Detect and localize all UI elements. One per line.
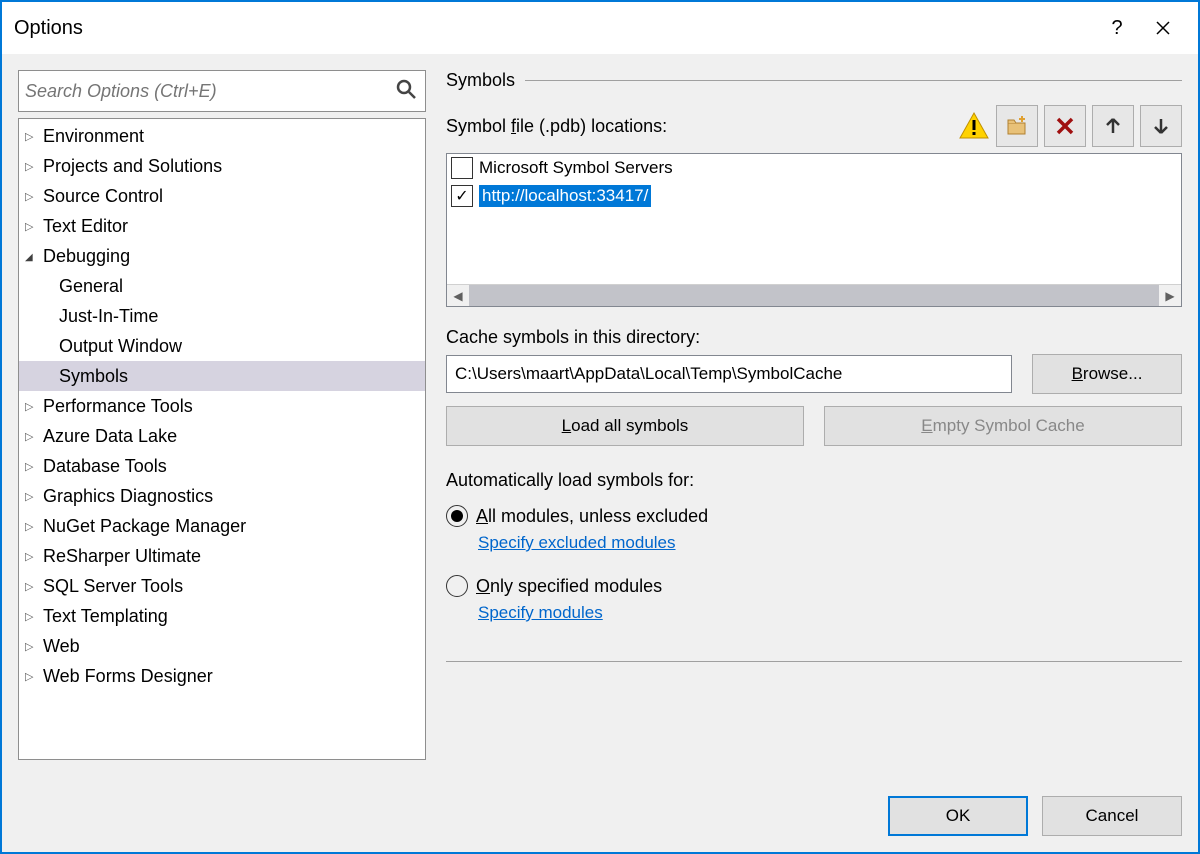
tree-item-text-templating[interactable]: Text Templating	[19, 601, 425, 631]
tree-item-graphics-diagnostics[interactable]: Graphics Diagnostics	[19, 481, 425, 511]
section-header: Symbols	[446, 70, 1182, 91]
section-title: Symbols	[446, 70, 515, 91]
tree-item-web-forms-designer[interactable]: Web Forms Designer	[19, 661, 425, 691]
tree-item-nuget-package-manager[interactable]: NuGet Package Manager	[19, 511, 425, 541]
tree-item-azure-data-lake[interactable]: Azure Data Lake	[19, 421, 425, 451]
scroll-left-icon[interactable]: ◀	[447, 285, 469, 307]
radio-only-specified[interactable]: Only specified modules	[446, 575, 1182, 597]
locations-label: Symbol file (.pdb) locations:	[446, 116, 952, 137]
location-item[interactable]: http://localhost:33417/	[447, 182, 1181, 210]
dialog-title: Options	[14, 17, 1094, 40]
location-item[interactable]: Microsoft Symbol Servers	[447, 154, 1181, 182]
tree-item-general[interactable]: General	[19, 271, 425, 301]
cancel-button[interactable]: Cancel	[1042, 796, 1182, 836]
tree-item-sql-server-tools[interactable]: SQL Server Tools	[19, 571, 425, 601]
help-button[interactable]: ?	[1094, 10, 1140, 46]
symbol-action-row: Load all symbols Empty Symbol Cache	[446, 406, 1182, 446]
tree-item-just-in-time[interactable]: Just-In-Time	[19, 301, 425, 331]
browse-button[interactable]: Browse...	[1032, 354, 1182, 394]
search-wrap	[18, 70, 426, 112]
delete-icon	[1055, 116, 1075, 136]
tree-item-output-window[interactable]: Output Window	[19, 331, 425, 361]
delete-location-button[interactable]	[1044, 105, 1086, 147]
radio-all-modules[interactable]: All modules, unless excluded	[446, 505, 1182, 527]
options-dialog: Options ? EnvironmentProjects and Soluti…	[0, 0, 1200, 854]
specify-modules-link[interactable]: Specify modules	[478, 603, 1182, 623]
add-location-button[interactable]	[996, 105, 1038, 147]
tree-item-database-tools[interactable]: Database Tools	[19, 451, 425, 481]
radio-icon	[446, 575, 468, 597]
load-all-symbols-button[interactable]: Load all symbols	[446, 406, 804, 446]
tree-item-debugging[interactable]: Debugging	[19, 241, 425, 271]
left-pane: EnvironmentProjects and SolutionsSource …	[18, 70, 426, 760]
empty-symbol-cache-button[interactable]: Empty Symbol Cache	[824, 406, 1182, 446]
move-down-button[interactable]	[1140, 105, 1182, 147]
search-input[interactable]	[25, 81, 393, 102]
arrow-down-icon	[1151, 116, 1171, 136]
locations-list[interactable]: Microsoft Symbol Servershttp://localhost…	[446, 153, 1182, 307]
move-up-button[interactable]	[1092, 105, 1134, 147]
tree-item-projects-and-solutions[interactable]: Projects and Solutions	[19, 151, 425, 181]
cache-label: Cache symbols in this directory:	[446, 327, 1182, 348]
dialog-footer: OK Cancel	[2, 776, 1198, 852]
tree-item-source-control[interactable]: Source Control	[19, 181, 425, 211]
warning-icon	[958, 110, 990, 142]
right-pane: Symbols Symbol file (.pdb) locations:	[446, 70, 1182, 760]
tree-item-resharper-ultimate[interactable]: ReSharper Ultimate	[19, 541, 425, 571]
tree-item-environment[interactable]: Environment	[19, 121, 425, 151]
arrow-up-icon	[1103, 116, 1123, 136]
horizontal-scrollbar[interactable]: ◀ ▶	[447, 284, 1181, 306]
close-icon	[1155, 20, 1171, 36]
tree-item-performance-tools[interactable]: Performance Tools	[19, 391, 425, 421]
dialog-body: EnvironmentProjects and SolutionsSource …	[2, 54, 1198, 776]
radio-icon	[446, 505, 468, 527]
close-button[interactable]	[1140, 10, 1186, 46]
tree-item-text-editor[interactable]: Text Editor	[19, 211, 425, 241]
options-tree[interactable]: EnvironmentProjects and SolutionsSource …	[18, 118, 426, 760]
auto-load-label: Automatically load symbols for:	[446, 470, 1182, 491]
checkbox[interactable]	[451, 185, 473, 207]
new-folder-icon	[1005, 114, 1029, 138]
scroll-right-icon[interactable]: ▶	[1159, 285, 1181, 307]
locations-row: Symbol file (.pdb) locations:	[446, 105, 1182, 147]
specify-excluded-link[interactable]: Specify excluded modules	[478, 533, 1182, 553]
ok-button[interactable]: OK	[888, 796, 1028, 836]
titlebar: Options ?	[2, 2, 1198, 54]
tree-item-web[interactable]: Web	[19, 631, 425, 661]
tree-item-symbols[interactable]: Symbols	[19, 361, 425, 391]
search-icon[interactable]	[393, 78, 419, 104]
cache-row: Browse...	[446, 354, 1182, 394]
cache-path-input[interactable]	[446, 355, 1012, 393]
checkbox[interactable]	[451, 157, 473, 179]
